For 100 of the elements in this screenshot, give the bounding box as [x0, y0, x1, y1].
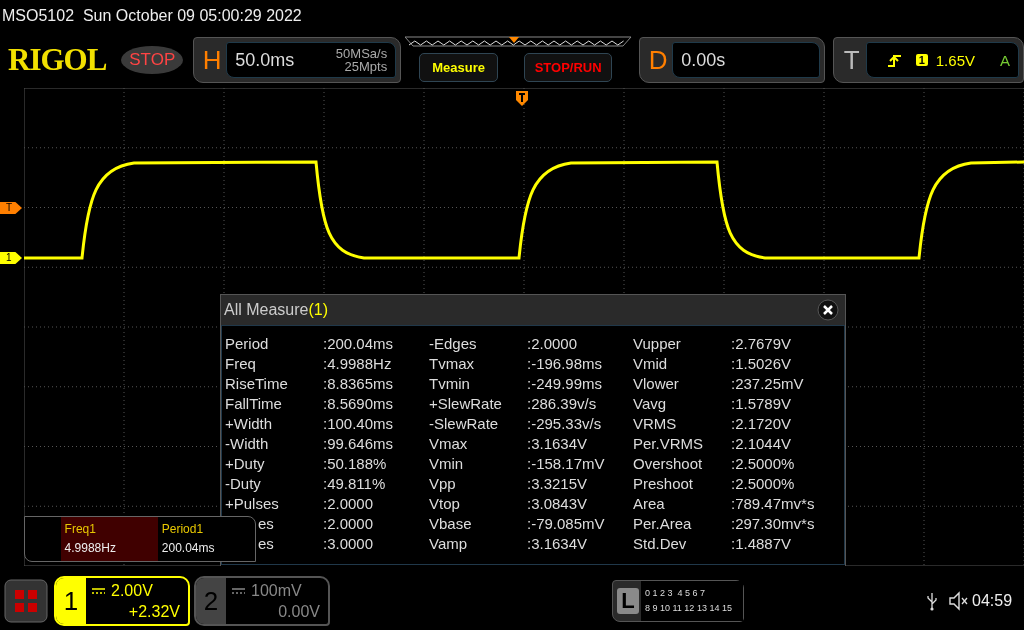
usb-icon [926, 591, 938, 611]
measure-value: :3.1634V [527, 534, 589, 554]
measure-label: Tvmax [429, 354, 475, 374]
measure-label: es [257, 534, 275, 554]
measure-label: Overshoot [633, 454, 704, 474]
waveform-overview-icon [405, 36, 634, 47]
measure-value: :8.8365ms [323, 374, 395, 394]
measure-value: :3.0843V [527, 494, 589, 514]
measure-label: Vpp [429, 474, 457, 494]
dc-coupling-icon [232, 586, 245, 595]
channel-offset: 0.00V [277, 602, 320, 622]
channel-number: 1 [56, 578, 86, 624]
measure-label: Vmax [429, 434, 469, 454]
measure-label: Preshoot [633, 474, 695, 494]
quick-measure-item[interactable]: Freq1 4.9988Hz [60, 517, 158, 561]
measure-label: -Width [225, 434, 270, 454]
measure-value: :297.30mv*s [731, 514, 816, 534]
trigger-position-icon [515, 90, 529, 107]
measure-value: :50.188% [323, 454, 388, 474]
measure-label: Freq [225, 354, 257, 374]
measure-value: :789.47mv*s [731, 494, 816, 514]
measure-value: :-79.085mV [527, 514, 606, 534]
menu-icon [4, 579, 48, 623]
measure-value: :2.1720V [731, 414, 793, 434]
sample-rate: 50MSa/s [335, 47, 388, 60]
measure-label: +Duty [225, 454, 266, 474]
horizontal-panel[interactable]: H 50.0ms 50MSa/s 25Mpts [193, 37, 402, 83]
measure-label: RiseTime [225, 374, 289, 394]
measure-value: :2.5000% [731, 474, 796, 494]
channel-offset: +2.32V [127, 602, 180, 622]
measure-value: :100.40ms [323, 414, 395, 434]
measure-value: :2.7679V [731, 334, 793, 354]
measure-value: :1.4887V [731, 534, 793, 554]
measure-label: Vmin [429, 454, 465, 474]
measure-label: es [257, 514, 275, 534]
measure-value: :49.811% [323, 474, 387, 494]
channel-button[interactable]: 2 100mV 0.00V [194, 576, 330, 626]
measure-label: +Width [225, 414, 274, 434]
measure-value: :3.1634V [527, 434, 589, 454]
measure-label: Vamp [429, 534, 469, 554]
measure-label: Std.Dev [633, 534, 688, 554]
measure-label: -Duty [225, 474, 262, 494]
measure-value: :237.25mV [731, 374, 805, 394]
channel-scale: 2.00V [111, 581, 153, 601]
measure-label: -Edges [429, 334, 478, 354]
delay-panel[interactable]: D 0.00s [639, 37, 825, 83]
measure-label: Vtop [429, 494, 461, 514]
close-icon [817, 299, 839, 321]
channel-button[interactable]: 1 2.00V +2.32V [54, 576, 190, 626]
logic-letter: L [617, 588, 639, 614]
measure-value: :8.5690ms [323, 394, 395, 414]
measure-label: Vmid [633, 354, 669, 374]
stop-run-button[interactable]: STOP/RUN [524, 53, 613, 82]
measure-value: :2.0000 [527, 334, 579, 354]
logic-channels: 0 1 2 3 4 5 6 7 [645, 587, 707, 600]
measure-button[interactable]: Measure [419, 53, 499, 82]
trigger-panel[interactable]: T 1 1.65V A [832, 37, 1024, 83]
dc-coupling-icon [92, 586, 105, 595]
measure-value: :2.0000 [323, 494, 375, 514]
measure-value: :1.5789V [731, 394, 793, 414]
trigger-source-badge: 1 [915, 54, 928, 66]
delay-value: 0.00s [681, 49, 727, 71]
dialog-title: All Measure(1) [224, 301, 329, 319]
measure-value: :2.5000% [731, 454, 796, 474]
trigger-level-marker: T [0, 202, 22, 214]
channel-scale: 100mV [251, 581, 302, 601]
measure-label: Period [225, 334, 270, 354]
measure-value: :3.3215V [527, 474, 589, 494]
measure-label: Area [633, 494, 666, 514]
device-title: MSO5102 Sun October 09 05:00:29 2022 [1, 6, 303, 26]
measure-label: Vlower [633, 374, 680, 394]
measure-label: Vupper [633, 334, 682, 354]
measure-label: Per.Area [633, 514, 693, 534]
trigger-letter: T [842, 44, 861, 76]
timebase-value: 50.0ms [235, 49, 296, 71]
logic-channels: 8 9 10 11 12 13 14 15 [645, 602, 733, 615]
measure-value: :200.04ms [323, 334, 395, 354]
measure-label: VRMS [633, 414, 678, 434]
clock-time: 04:59 [972, 592, 1013, 610]
measure-value: :3.0000 [323, 534, 375, 554]
measure-label: Vbase [429, 514, 473, 534]
measure-label: Tvmin [429, 374, 471, 394]
trigger-mode: A [1000, 51, 1010, 69]
horizontal-letter: H [201, 44, 223, 76]
measure-value: :-158.17mV [527, 454, 606, 474]
measure-label: FallTime [225, 394, 283, 414]
measure-label: Per.VRMS [633, 434, 705, 454]
measure-value: :99.646ms [323, 434, 395, 454]
brand-logo: RIGOL [8, 42, 108, 78]
trigger-level: 1.65V [935, 51, 976, 69]
logic-panel[interactable]: L 0 1 2 3 4 5 6 7 8 9 10 11 12 13 14 15 [612, 580, 744, 622]
rising-edge-icon [886, 53, 902, 67]
measure-label: +Pulses [225, 494, 280, 514]
measure-value: :-196.98ms [527, 354, 604, 374]
measure-value: :286.39v/s [527, 394, 598, 414]
measure-value: :4.9988Hz [323, 354, 393, 374]
delay-letter: D [647, 44, 669, 76]
quick-measure-item[interactable]: Period1 200.04ms [157, 517, 255, 561]
memory-depth: 25Mpts [344, 60, 388, 73]
measure-label: +SlewRate [429, 394, 503, 414]
